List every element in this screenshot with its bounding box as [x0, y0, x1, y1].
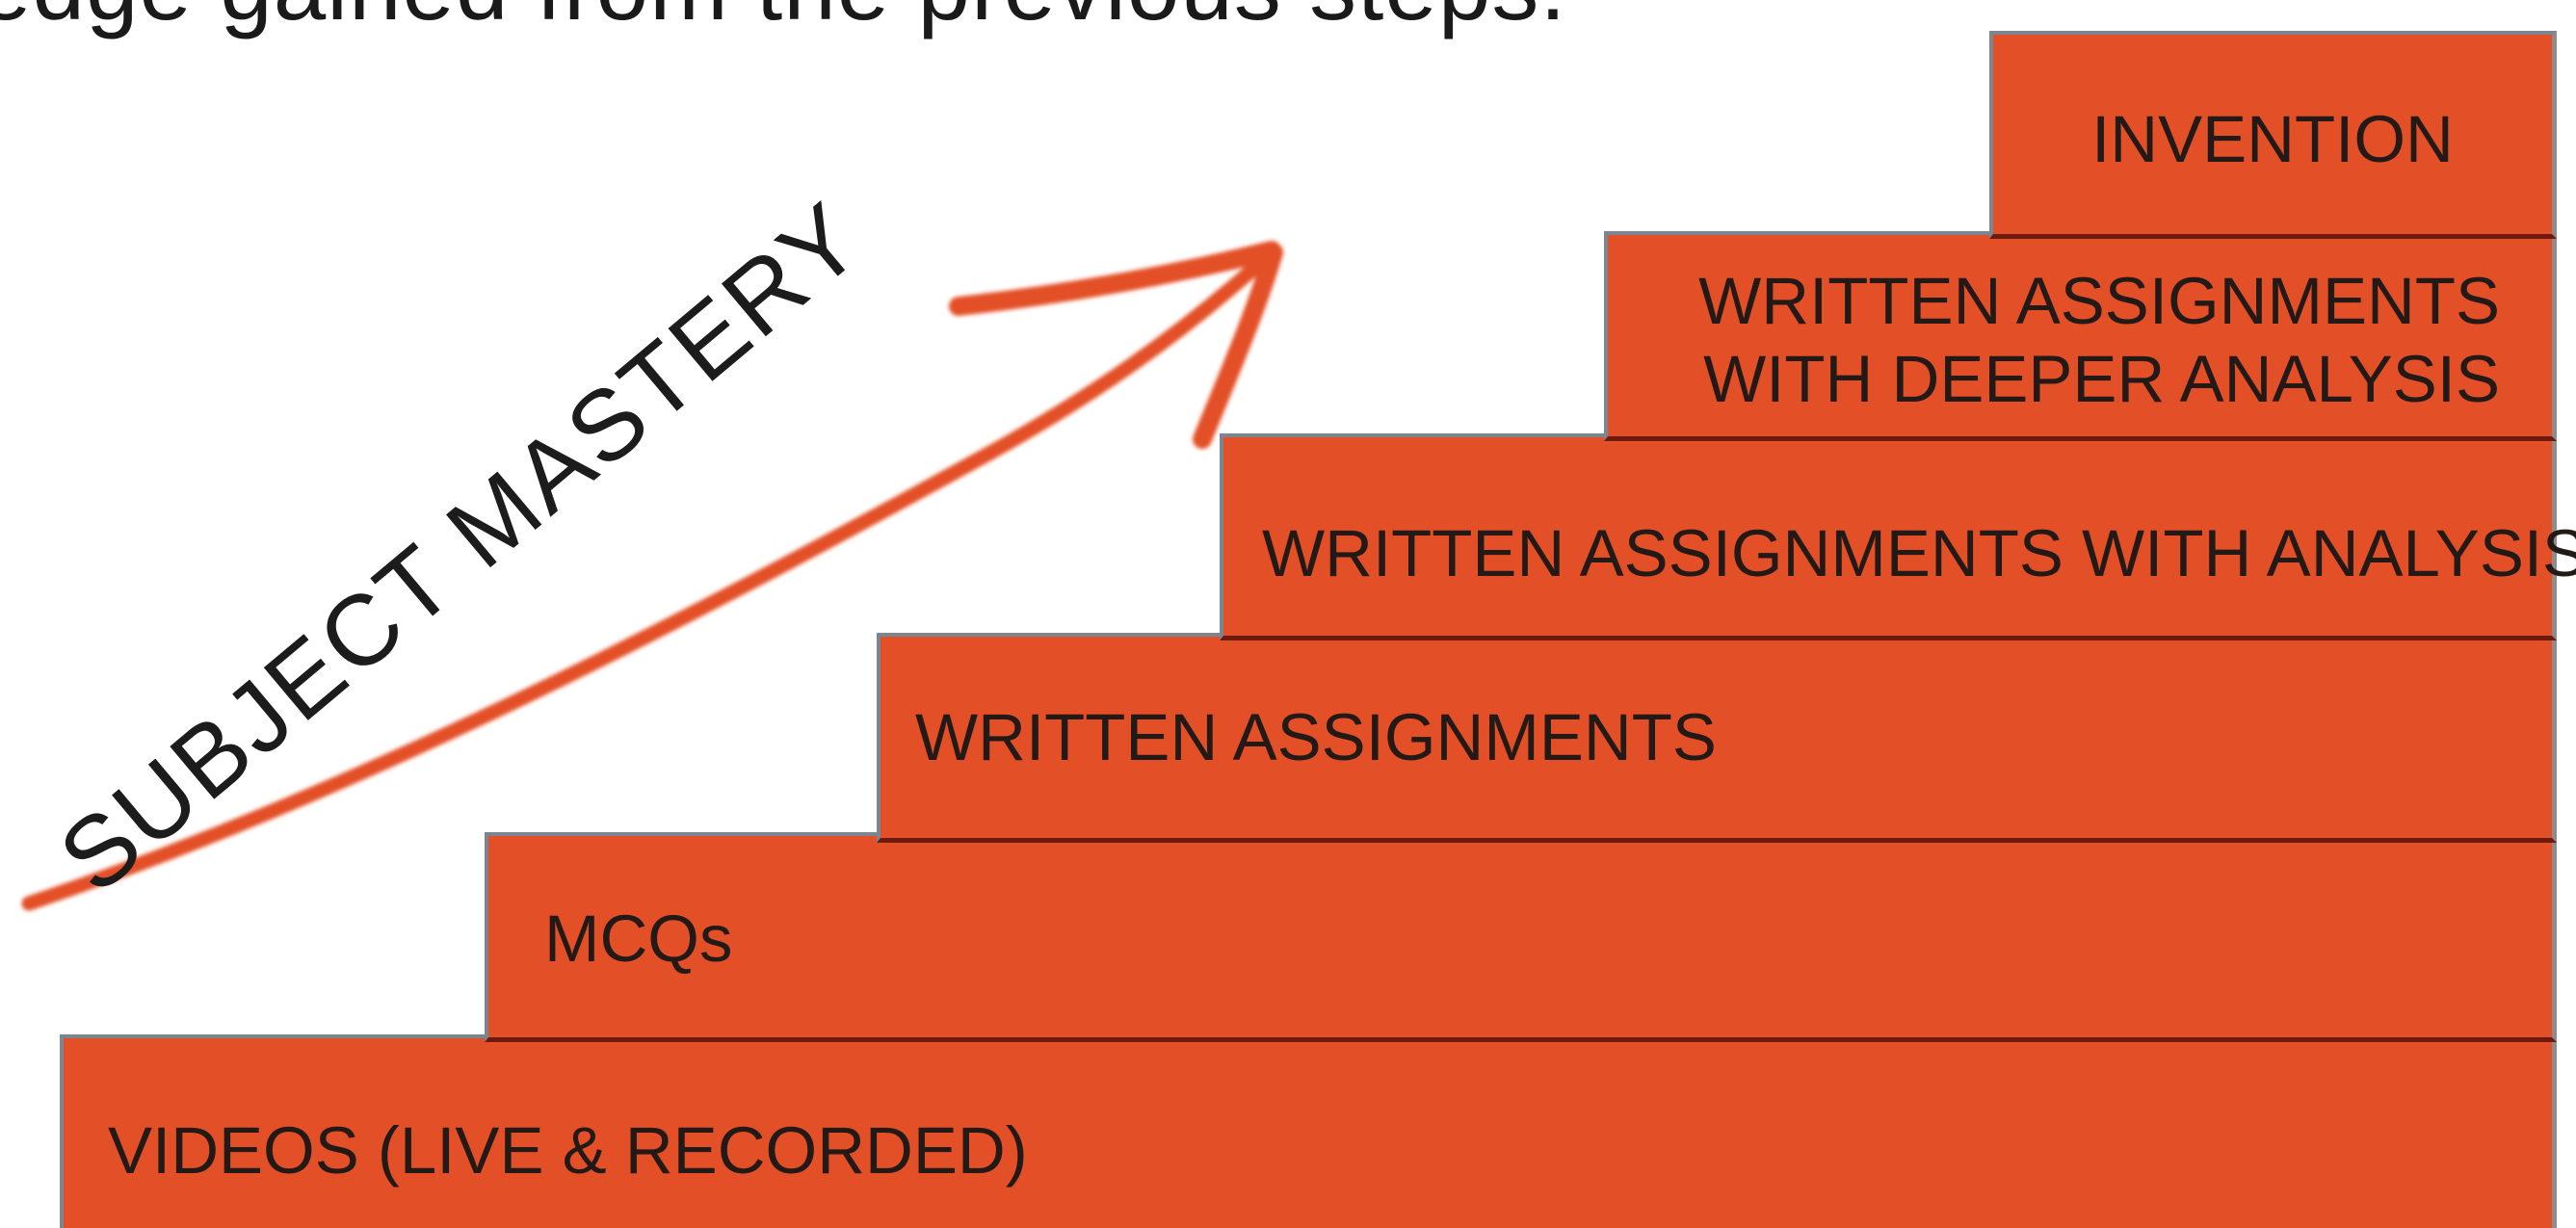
step-label: WRITTEN ASSIGNMENTS WITH DEEPER ANALYSIS — [1698, 264, 2500, 417]
mastery-arrow-head-left — [949, 241, 1281, 316]
step-label: WRITTEN ASSIGNMENTS — [915, 700, 1717, 774]
step-written-assignments-deeper-analysis: WRITTEN ASSIGNMENTS WITH DEEPER ANALYSIS — [1604, 231, 2557, 441]
step-label: INVENTION — [2091, 102, 2454, 176]
mastery-arrow-head-right — [1193, 243, 1283, 449]
step-written-assignments-analysis: WRITTEN ASSIGNMENTS WITH ANALYSIS — [1220, 433, 2576, 640]
step-label: VIDEOS (LIVE & RECORDED) — [108, 1113, 1028, 1188]
step-videos: VIDEOS (LIVE & RECORDED) — [60, 1034, 2557, 1228]
step-invention: INVENTION — [1989, 31, 2557, 239]
step-label: WRITTEN ASSIGNMENTS WITH ANALYSIS — [1262, 516, 2576, 590]
step-mcqs: MCQs — [485, 832, 2557, 1042]
header-text: edge gained from the previous steps. — [0, 0, 1567, 44]
subject-mastery-label: SUBJECT MASTERY — [39, 180, 884, 915]
step-written-assignments: WRITTEN ASSIGNMENTS — [877, 633, 2557, 843]
step-label: MCQs — [544, 901, 733, 976]
